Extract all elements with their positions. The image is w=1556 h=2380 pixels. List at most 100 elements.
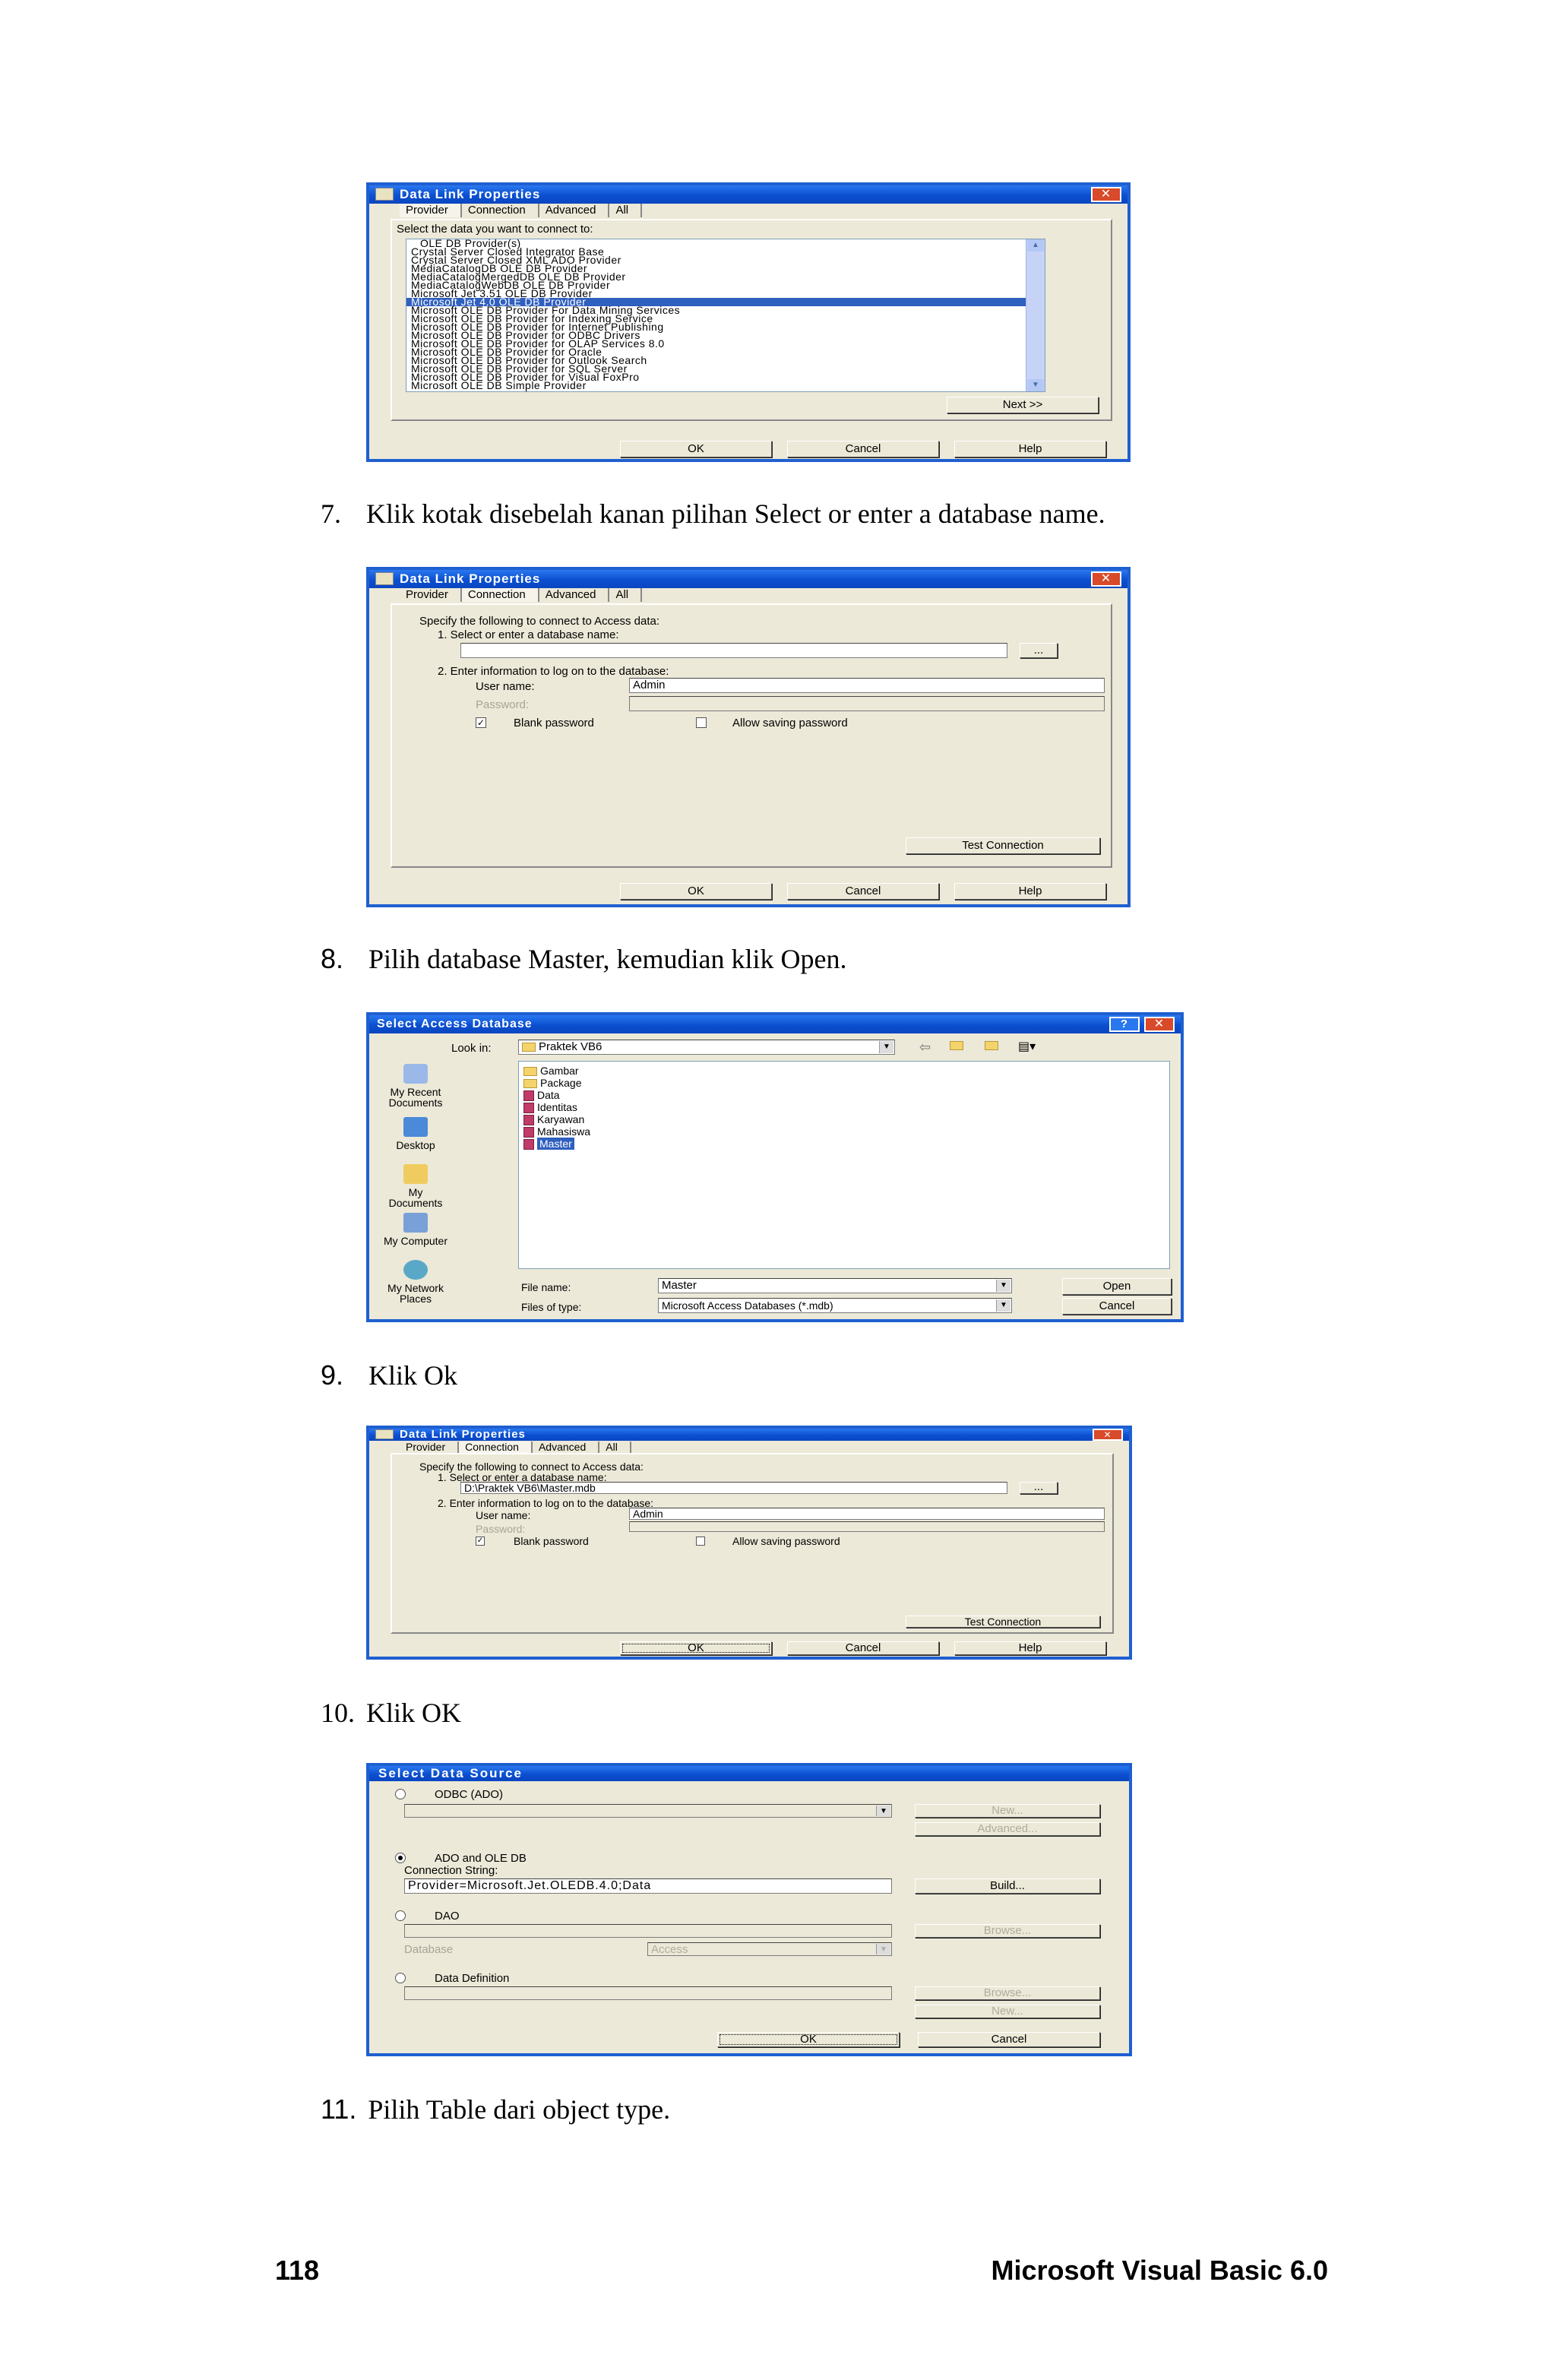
- file-item-selected[interactable]: Master: [523, 1138, 574, 1150]
- recent-documents-icon[interactable]: [403, 1064, 428, 1084]
- tab-advanced[interactable]: Advanced: [539, 588, 610, 602]
- next-button[interactable]: Next >>: [947, 397, 1099, 413]
- tab-connection[interactable]: Connection: [459, 1442, 533, 1453]
- help-button[interactable]: Help: [954, 441, 1106, 457]
- database-name-field[interactable]: D:\Praktek VB6\Master.mdb: [460, 1482, 1007, 1494]
- blank-password-checkbox[interactable]: ✓: [476, 717, 486, 728]
- cancel-button[interactable]: Cancel: [787, 1641, 939, 1655]
- provider-list-scrollbar[interactable]: ▲ ▼: [1026, 239, 1045, 391]
- cancel-button[interactable]: Cancel: [787, 441, 939, 457]
- ok-button[interactable]: OK: [620, 1641, 772, 1655]
- help-button[interactable]: Help: [954, 1641, 1106, 1655]
- close-icon[interactable]: ✕: [1091, 571, 1121, 587]
- tab-provider[interactable]: Provider: [400, 1442, 460, 1453]
- back-icon[interactable]: ⇦: [919, 1040, 931, 1054]
- close-icon[interactable]: ✕: [1093, 1429, 1123, 1441]
- data-definition-field[interactable]: [404, 1986, 892, 2000]
- close-icon[interactable]: ✕: [1091, 187, 1121, 202]
- data-definition-radio[interactable]: [395, 1973, 406, 1983]
- password-field[interactable]: [629, 1521, 1105, 1532]
- cancel-button[interactable]: Cancel: [1062, 1298, 1172, 1315]
- file-type-value: Microsoft Access Databases (*.mdb): [662, 1299, 833, 1312]
- folder-item[interactable]: Package: [523, 1077, 581, 1089]
- tab-all[interactable]: All: [609, 204, 643, 217]
- place-network[interactable]: My Network Places: [383, 1283, 448, 1304]
- browse-database-button[interactable]: ...: [1020, 1481, 1058, 1494]
- ok-button[interactable]: OK: [620, 883, 772, 900]
- window-title: Data Link Properties: [400, 1428, 526, 1441]
- database-type-combo[interactable]: Access ▼: [647, 1942, 892, 1956]
- tab-all[interactable]: All: [609, 588, 643, 602]
- file-item[interactable]: Mahasiswa: [523, 1125, 590, 1138]
- open-button[interactable]: Open: [1062, 1278, 1172, 1295]
- test-connection-button[interactable]: Test Connection: [906, 1616, 1100, 1628]
- cancel-button[interactable]: Cancel: [787, 883, 939, 900]
- help-button[interactable]: Help: [954, 883, 1106, 900]
- close-icon[interactable]: ✕: [1144, 1017, 1175, 1032]
- chevron-down-icon[interactable]: ▼: [996, 1299, 1010, 1312]
- cancel-button[interactable]: Cancel: [918, 2032, 1100, 2047]
- file-type-combo[interactable]: Microsoft Access Databases (*.mdb) ▼: [658, 1298, 1012, 1313]
- odbc-radio[interactable]: [395, 1789, 406, 1799]
- help-icon[interactable]: ?: [1109, 1017, 1140, 1032]
- test-connection-button[interactable]: Test Connection: [906, 837, 1100, 854]
- datadef-new-button[interactable]: New...: [915, 2005, 1100, 2018]
- user-name-field[interactable]: Admin: [629, 678, 1105, 693]
- tab-advanced[interactable]: Advanced: [539, 204, 610, 217]
- folder-item[interactable]: Gambar: [523, 1065, 579, 1077]
- tab-all[interactable]: All: [599, 1442, 631, 1453]
- place-desktop[interactable]: Desktop: [383, 1140, 448, 1150]
- file-type-label: Files of type:: [521, 1301, 582, 1313]
- look-in-combo[interactable]: Praktek VB6 ▼: [518, 1040, 895, 1055]
- up-folder-icon[interactable]: [950, 1040, 963, 1052]
- scroll-up-icon[interactable]: ▲: [1027, 239, 1044, 252]
- window-title: Select Access Database: [377, 1018, 533, 1030]
- dao-path-field[interactable]: [404, 1924, 892, 1938]
- allow-saving-checkbox[interactable]: [696, 717, 707, 728]
- odbc-combo[interactable]: ▼: [404, 1804, 892, 1818]
- tab-provider[interactable]: Provider: [400, 588, 462, 602]
- ok-button[interactable]: OK: [620, 441, 772, 457]
- build-button[interactable]: Build...: [915, 1878, 1100, 1894]
- odbc-new-button[interactable]: New...: [915, 1804, 1100, 1818]
- browse-database-button[interactable]: ...: [1020, 643, 1058, 658]
- new-folder-icon[interactable]: [985, 1040, 998, 1052]
- file-item[interactable]: Identitas: [523, 1101, 577, 1114]
- provider-list[interactable]: OLE DB Provider(s) Crystal Server Closed …: [406, 239, 1045, 392]
- chevron-down-icon[interactable]: ▼: [876, 1806, 890, 1816]
- dao-radio[interactable]: [395, 1910, 406, 1921]
- chevron-down-icon[interactable]: ▼: [879, 1041, 893, 1053]
- my-computer-icon[interactable]: [403, 1213, 428, 1233]
- allow-saving-checkbox[interactable]: [696, 1537, 705, 1546]
- desktop-icon[interactable]: [403, 1117, 428, 1137]
- ado-radio[interactable]: [395, 1853, 406, 1863]
- provider-item[interactable]: Microsoft OLE DB Simple Provider: [406, 380, 1045, 391]
- blank-password-checkbox[interactable]: ✓: [476, 1537, 485, 1546]
- chevron-down-icon[interactable]: ▼: [996, 1280, 1010, 1292]
- file-item[interactable]: Data: [523, 1089, 560, 1102]
- odbc-advanced-button[interactable]: Advanced...: [915, 1822, 1100, 1836]
- place-my-documents[interactable]: My Documents: [383, 1187, 448, 1208]
- password-field[interactable]: [629, 696, 1105, 711]
- file-name-combo[interactable]: Master ▼: [658, 1278, 1012, 1293]
- ok-button[interactable]: OK: [717, 2032, 900, 2047]
- connection-string-field[interactable]: Provider=Microsoft.Jet.OLEDB.4.0;Data: [404, 1878, 892, 1894]
- step-8: 8. Pilih database Master, kemudian klik …: [321, 944, 846, 975]
- tab-advanced[interactable]: Advanced: [533, 1442, 600, 1453]
- user-name-field[interactable]: Admin: [629, 1508, 1105, 1520]
- tab-connection[interactable]: Connection: [461, 588, 539, 602]
- view-menu-icon[interactable]: ▤▾: [1018, 1041, 1036, 1053]
- place-my-computer[interactable]: My Computer: [383, 1236, 448, 1246]
- tab-provider[interactable]: Provider: [400, 204, 462, 217]
- datadef-browse-button[interactable]: Browse...: [915, 1986, 1100, 2000]
- database-name-field[interactable]: [460, 643, 1007, 658]
- place-recent-documents[interactable]: My Recent Documents: [383, 1087, 448, 1108]
- file-list[interactable]: Gambar Package Data Identitas Karyawan M…: [518, 1061, 1170, 1269]
- dao-browse-button[interactable]: Browse...: [915, 1924, 1100, 1938]
- chevron-down-icon[interactable]: ▼: [876, 1944, 890, 1954]
- file-item[interactable]: Karyawan: [523, 1113, 584, 1126]
- my-documents-icon[interactable]: [403, 1164, 428, 1184]
- scroll-down-icon[interactable]: ▼: [1027, 379, 1044, 391]
- tab-connection[interactable]: Connection: [462, 204, 539, 217]
- network-places-icon[interactable]: [403, 1260, 428, 1280]
